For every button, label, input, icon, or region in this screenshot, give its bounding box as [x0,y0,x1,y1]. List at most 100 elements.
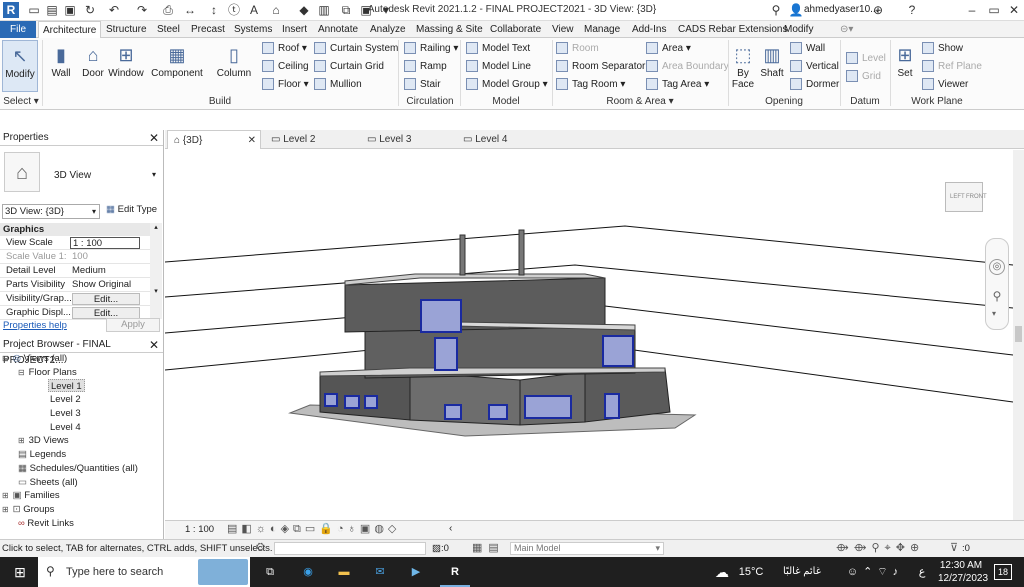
close-icon[interactable]: ✕ [149,337,159,353]
temporary-hide-icon[interactable]: ◔ [337,523,348,535]
weather-icon[interactable]: ☁ [712,557,732,587]
tab-insert[interactable]: Insert [278,21,311,38]
task-view-icon[interactable]: ⧉ [258,557,282,587]
floor-button[interactable]: Floor ▾ [262,78,309,92]
chevron-up-icon[interactable]: ⌃ [863,566,877,578]
chevron-down-icon[interactable]: ▾ [992,309,996,318]
panel-room-area[interactable]: Room & Area ▾ [554,96,726,107]
select-by-face-icon[interactable]: ⌖ [885,542,896,554]
select-pinned-icon[interactable]: ⚲ [871,542,884,554]
instance-selector[interactable]: 3D View: {3D} ▾ [2,204,100,219]
scroll-thumb[interactable] [1015,326,1022,342]
model-group-button[interactable]: Model Group ▾ [466,78,548,92]
chevron-left-icon[interactable]: ‹ [449,523,452,534]
constraints-icon[interactable]: ◇ [388,523,400,535]
wall-button[interactable]: ▮ Wall [46,44,76,79]
workset-selector[interactable] [274,542,426,555]
mullion-button[interactable]: Mullion [314,78,362,92]
file-explorer-icon[interactable]: ▬ [332,557,356,587]
tree-schedules[interactable]: ▦ Schedules/Quantities (all) [18,462,138,475]
lock-icon[interactable]: 🔒 [319,523,337,535]
type-dropdown-icon[interactable]: ▾ [152,170,156,179]
windows-start-icon[interactable]: ⊞ [8,557,32,587]
railing-button[interactable]: Railing ▾ [404,42,458,56]
properties-scrollbar[interactable]: ▴ ▾ [150,223,162,319]
3d-viewport[interactable]: LEFT FRONT ◎ ⚲ ▾ [164,150,1014,520]
ref-plane-button[interactable]: Ref Plane [922,60,982,74]
by-face-button[interactable]: ⬚ By Face [730,44,756,90]
tree-level-2[interactable]: Level 2 [50,393,81,406]
edge-icon[interactable]: ◉ [296,557,320,587]
analysis-icon[interactable]: ▣ [360,523,374,535]
tab-file[interactable]: File [0,21,37,38]
cart-icon[interactable]: ⊕ [870,2,886,18]
level-button[interactable]: Level [846,52,886,66]
selection-controls[interactable]: ⟴⟴⚲⌖✥⊕ [836,541,924,555]
area-boundary-button[interactable]: Area Boundary [646,60,729,74]
ribbon-options-icon[interactable]: ⊝▾ [836,21,857,38]
model-line-button[interactable]: Model Line [466,60,531,74]
tree-views[interactable]: ⊟ ◎ Views (all) [2,352,67,365]
dormer-button[interactable]: Dormer [790,78,839,92]
user-name[interactable]: ahmedyaser10... [804,4,879,15]
tab-cads-rebar[interactable]: CADS Rebar Extensions [674,21,792,38]
editing-requests[interactable]: ▨:0 [432,543,449,554]
detail-level-icon[interactable]: ▤ [227,523,241,535]
options-icon[interactable]: ▤ [488,542,504,554]
viewer-button[interactable]: Viewer [922,78,968,92]
tree-sheets[interactable]: ▭ Sheets (all) [18,476,78,489]
design-option-selector[interactable]: Main Model ▾ [510,542,664,555]
drag-elements-icon[interactable]: ✥ [896,542,910,554]
roof-button[interactable]: Roof ▾ [262,42,307,56]
panel-select[interactable]: Select ▾ [2,96,40,107]
view-tab-level-3[interactable]: ▭ Level 3 [361,130,455,149]
apply-button[interactable]: Apply [106,318,160,332]
shaft-button[interactable]: ▥ Shaft [758,44,786,79]
reveal-hidden-icon[interactable]: ♁ [348,523,360,535]
visibility-edit-button[interactable]: Edit... [72,293,140,305]
set-button[interactable]: ⊞ Set [892,44,918,79]
view-scale-label[interactable]: 1 : 100 [185,524,214,535]
visual-style-icon[interactable]: ◧ [241,523,255,535]
design-options-icon[interactable]: ▦ [472,542,488,554]
tree-level-1[interactable]: Level 1 [48,379,85,392]
background-process-icon[interactable]: ⊕ [910,542,924,554]
modify-button[interactable]: ↖ Modify [2,40,38,92]
tab-systems[interactable]: Systems [230,21,276,38]
tray-icons[interactable]: ☺⌃⌔♪ [838,557,912,587]
room-separator-button[interactable]: Room Separator [556,60,645,74]
volume-icon[interactable]: ♪ [893,566,904,578]
column-button[interactable]: ▯ Column [214,44,254,79]
close-icon[interactable]: ✕ [149,130,159,146]
tree-level-3[interactable]: Level 3 [50,407,81,420]
close-icon[interactable]: ✕ [248,131,256,150]
vertical-button[interactable]: Vertical [790,60,839,74]
tab-structure[interactable]: Structure [102,21,151,38]
section-graphics[interactable]: Graphics [0,223,150,236]
clock[interactable]: 12:30 AM 12/27/2023 [938,559,988,585]
tab-massing-site[interactable]: Massing & Site [412,21,487,38]
notifications-badge[interactable]: 18 [994,564,1012,580]
close-icon[interactable]: ✕ [1006,2,1022,18]
tree-families[interactable]: ⊞ ▣ Families [2,489,60,502]
render-icon[interactable]: ◈ [281,523,293,535]
crop-region-icon[interactable]: ▭ [305,523,319,535]
view-tab-level-4[interactable]: ▭ Level 4 [457,130,551,149]
zoom-icon[interactable]: ⚲ [989,289,1005,305]
filter-icon[interactable]: ⊽ [950,541,958,554]
view-controls[interactable]: ▤◧☼◐◈⧉▭🔒◔♁▣◍◇ [227,522,400,536]
parts-visibility-value[interactable]: Show Original [72,278,131,292]
steering-wheel-icon[interactable]: ◎ [989,259,1005,275]
edit-type-button[interactable]: ▦ Edit Type [106,204,157,215]
status-controls[interactable]: ▦▤ [472,541,505,554]
vertical-scrollbar[interactable] [1013,150,1024,520]
maximize-icon[interactable]: ▭ [986,2,1002,18]
room-button[interactable]: Room [556,42,599,56]
tree-groups[interactable]: ⊞ ⊡ Groups [2,503,54,516]
view-scale-input[interactable]: 1 : 100 [70,237,140,249]
highlight-icon[interactable]: ◍ [374,523,388,535]
taskbar-search[interactable]: ⚲ Type here to search [38,557,250,587]
tab-manage[interactable]: Manage [580,21,624,38]
workset-icon[interactable]: ⛭ [256,541,265,554]
weather-temp[interactable]: 15°C [734,557,768,587]
